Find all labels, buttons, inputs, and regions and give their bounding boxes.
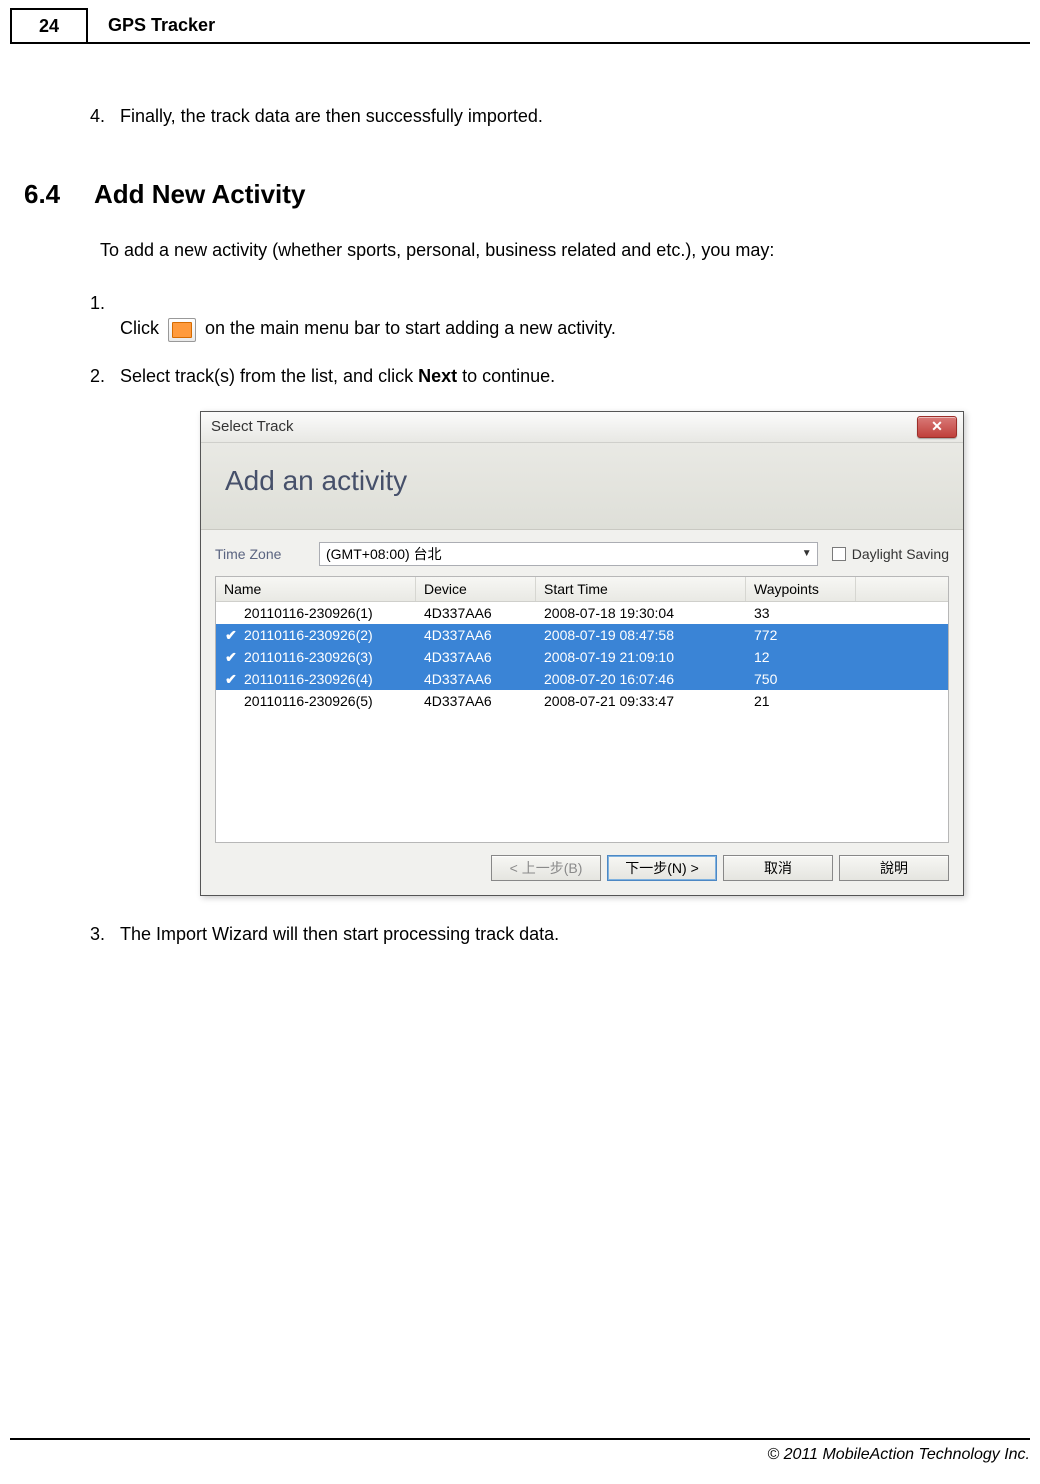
cell-name: ✔ 20110116-230926(3) [216, 646, 416, 668]
section-intro: To add a new activity (whether sports, p… [100, 240, 1030, 261]
step-4-text: Finally, the track data are then success… [120, 104, 1030, 129]
cell-spacer [856, 690, 948, 712]
track-name: 20110116-230926(4) [244, 671, 373, 687]
timezone-label: Time Zone [215, 546, 305, 562]
table-row[interactable]: 20110116-230926(1) 4D337AA62008-07-18 19:… [216, 602, 948, 624]
col-name[interactable]: Name [216, 577, 416, 601]
step-2-pre: Select track(s) from the list, and click [120, 366, 418, 386]
cancel-button[interactable]: 取消 [723, 855, 833, 881]
daylight-saving-label: Daylight Saving [852, 546, 949, 562]
cell-device: 4D337AA6 [416, 668, 536, 690]
cell-device: 4D337AA6 [416, 624, 536, 646]
section-heading: 6.4Add New Activity [24, 179, 1030, 210]
step-1-post: on the main menu bar to start adding a n… [205, 318, 616, 338]
step-4: 4. Finally, the track data are then succ… [90, 104, 1030, 129]
section-title: Add New Activity [94, 179, 305, 209]
cell-spacer [856, 602, 948, 624]
cell-start-time: 2008-07-19 21:09:10 [536, 646, 746, 668]
cell-waypoints: 21 [746, 690, 856, 712]
page-title: GPS Tracker [88, 8, 215, 42]
step-2-bold: Next [418, 366, 457, 386]
table-row[interactable]: ✔ 20110116-230926(4) 4D337AA62008-07-20 16… [216, 668, 948, 690]
timezone-combo[interactable]: (GMT+08:00) 台北 ▼ [319, 542, 818, 566]
dialog-buttons: < 上一步(B) 下一步(N) > 取消 說明 [201, 843, 963, 895]
cell-device: 4D337AA6 [416, 602, 536, 624]
page-number: 24 [10, 8, 88, 42]
dialog-title: Select Track [211, 418, 294, 435]
new-activity-icon [168, 318, 196, 342]
daylight-saving-checkbox[interactable]: Daylight Saving [832, 546, 949, 562]
cell-start-time: 2008-07-20 16:07:46 [536, 668, 746, 690]
select-track-dialog: Select Track ✕ Add an activity Time Zone… [200, 411, 964, 896]
check-icon: ✔ [224, 628, 238, 642]
close-icon: ✕ [931, 418, 943, 435]
dialog-heading: Add an activity [201, 443, 963, 530]
cell-waypoints: 750 [746, 668, 856, 690]
step-2-number: 2. [90, 364, 120, 389]
track-name: 20110116-230926(1) [244, 605, 373, 621]
page-content: 4. Finally, the track data are then succ… [0, 44, 1040, 947]
cell-waypoints: 33 [746, 602, 856, 624]
table-empty-area [216, 712, 948, 842]
cell-waypoints: 772 [746, 624, 856, 646]
help-button[interactable]: 說明 [839, 855, 949, 881]
select-track-dialog-wrap: Select Track ✕ Add an activity Time Zone… [200, 411, 964, 896]
step-2-post: to continue. [457, 366, 555, 386]
cell-name: ✔ 20110116-230926(4) [216, 668, 416, 690]
cell-spacer [856, 646, 948, 668]
chevron-down-icon: ▼ [797, 543, 817, 565]
table-row[interactable]: ✔ 20110116-230926(3) 4D337AA62008-07-19 21… [216, 646, 948, 668]
table-body: 20110116-230926(1)4D337AA62008-07-18 19:… [216, 602, 948, 712]
cell-spacer [856, 668, 948, 690]
table-row[interactable]: 20110116-230926(5) 4D337AA62008-07-21 09:… [216, 690, 948, 712]
table-row[interactable]: ✔ 20110116-230926(2) 4D337AA62008-07-19 08… [216, 624, 948, 646]
track-name: 20110116-230926(2) [244, 627, 373, 643]
cell-device: 4D337AA6 [416, 690, 536, 712]
col-spacer [856, 577, 948, 601]
back-button[interactable]: < 上一步(B) [491, 855, 601, 881]
cell-start-time: 2008-07-19 08:47:58 [536, 624, 746, 646]
step-1-body: Click on the main menu bar to start addi… [120, 291, 1030, 341]
track-name: 20110116-230926(3) [244, 649, 373, 665]
dialog-titlebar: Select Track ✕ [201, 412, 963, 443]
cell-start-time: 2008-07-18 19:30:04 [536, 602, 746, 624]
next-button[interactable]: 下一步(N) > [607, 855, 717, 881]
page-header: 24 GPS Tracker [10, 8, 1030, 44]
checkbox-box-icon [832, 547, 846, 561]
check-icon: ✔ [224, 650, 238, 664]
col-device[interactable]: Device [416, 577, 536, 601]
cell-spacer [856, 624, 948, 646]
page-footer: © 2011 MobileAction Technology Inc. [10, 1438, 1030, 1464]
step-2: 2. Select track(s) from the list, and cl… [90, 364, 1030, 389]
step-2-body: Select track(s) from the list, and click… [120, 364, 1030, 389]
cell-name: 20110116-230926(1) [216, 602, 416, 624]
step-1: 1. Click on the main menu bar to start a… [90, 291, 1030, 341]
step-4-number: 4. [90, 104, 120, 129]
timezone-row: Time Zone (GMT+08:00) 台北 ▼ Daylight Savi… [201, 530, 963, 576]
col-start-time[interactable]: Start Time [536, 577, 746, 601]
step-3-text: The Import Wizard will then start proces… [120, 922, 1030, 947]
cell-name: ✔ 20110116-230926(2) [216, 624, 416, 646]
track-table: Name Device Start Time Waypoints 2011011… [215, 576, 949, 843]
cell-start-time: 2008-07-21 09:33:47 [536, 690, 746, 712]
close-button[interactable]: ✕ [917, 416, 957, 438]
step-3: 3. The Import Wizard will then start pro… [90, 922, 1030, 947]
col-waypoints[interactable]: Waypoints [746, 577, 856, 601]
step-1-number: 1. [90, 291, 120, 316]
step-3-number: 3. [90, 922, 120, 947]
cell-waypoints: 12 [746, 646, 856, 668]
section-number: 6.4 [24, 179, 94, 210]
cell-name: 20110116-230926(5) [216, 690, 416, 712]
track-name: 20110116-230926(5) [244, 693, 373, 709]
check-icon: ✔ [224, 672, 238, 686]
steps-list: 1. Click on the main menu bar to start a… [90, 291, 1030, 947]
timezone-value: (GMT+08:00) 台北 [326, 544, 442, 564]
cell-device: 4D337AA6 [416, 646, 536, 668]
table-header: Name Device Start Time Waypoints [216, 577, 948, 602]
step-1-pre: Click [120, 318, 159, 338]
